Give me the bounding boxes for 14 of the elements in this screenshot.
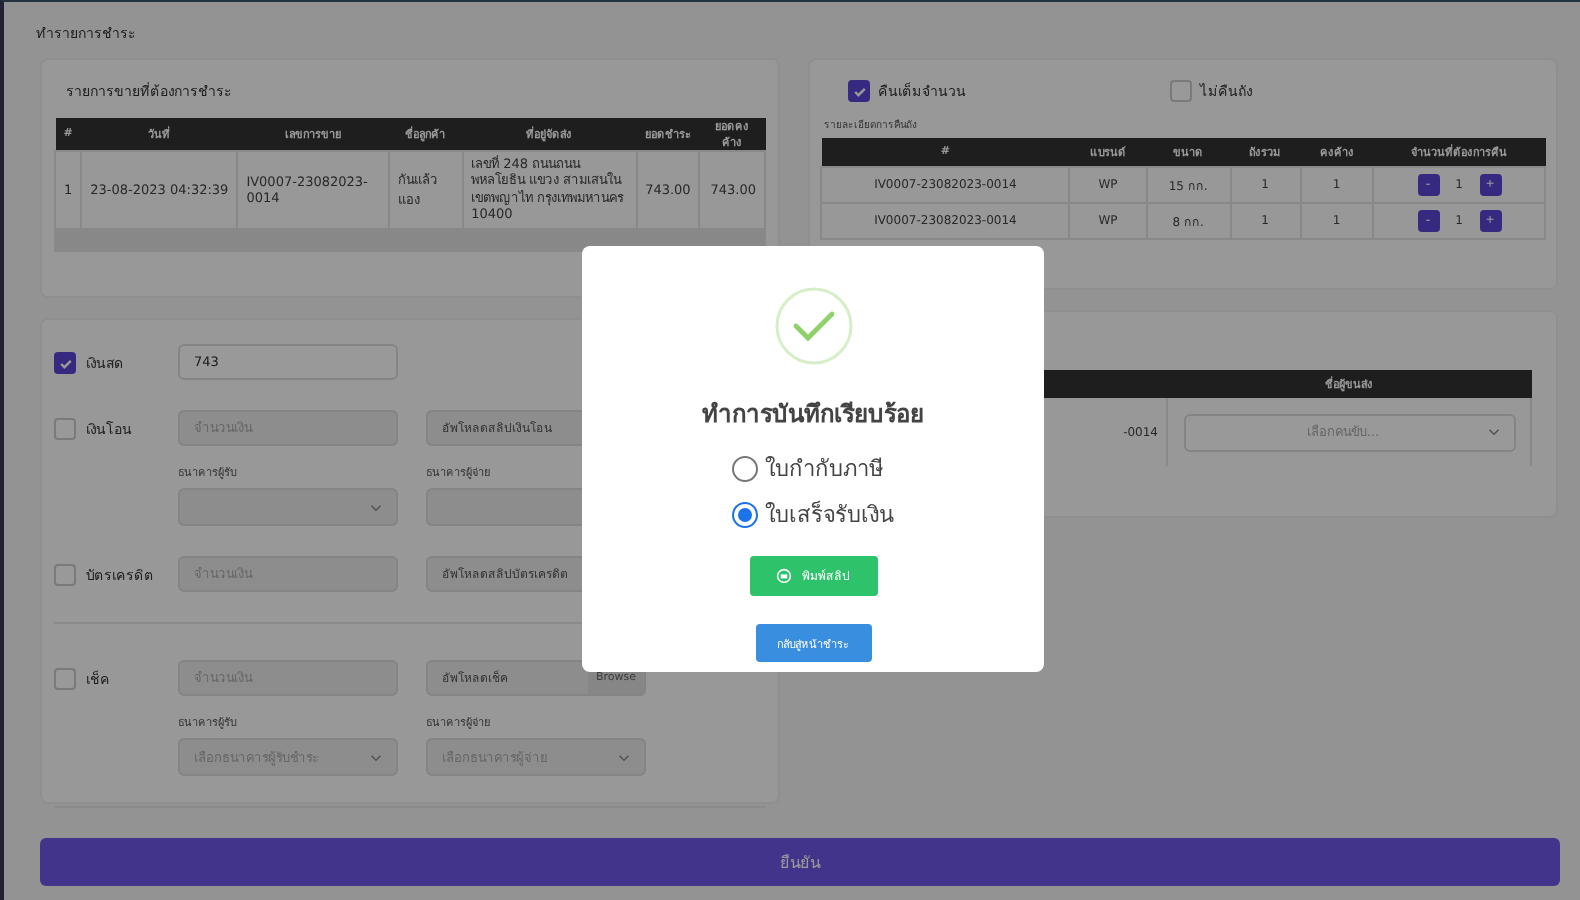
radio-button[interactable] [731, 455, 757, 481]
check-icon [851, 83, 867, 99]
success-check-icon [773, 286, 853, 366]
chevron-icon [370, 753, 382, 761]
checkbox[interactable] [848, 80, 870, 102]
radio-label: ใบเสร็จรับเงิน [765, 498, 895, 532]
chevron-icon [618, 753, 630, 761]
checkbox[interactable] [54, 352, 76, 374]
check-icon [57, 355, 73, 371]
chevron-icon [1487, 428, 1499, 436]
chevron-icon [370, 503, 382, 511]
radio-button[interactable] [731, 501, 757, 527]
confirm-button[interactable]: ยืนยัน [40, 838, 1560, 886]
printer-icon [776, 568, 792, 584]
